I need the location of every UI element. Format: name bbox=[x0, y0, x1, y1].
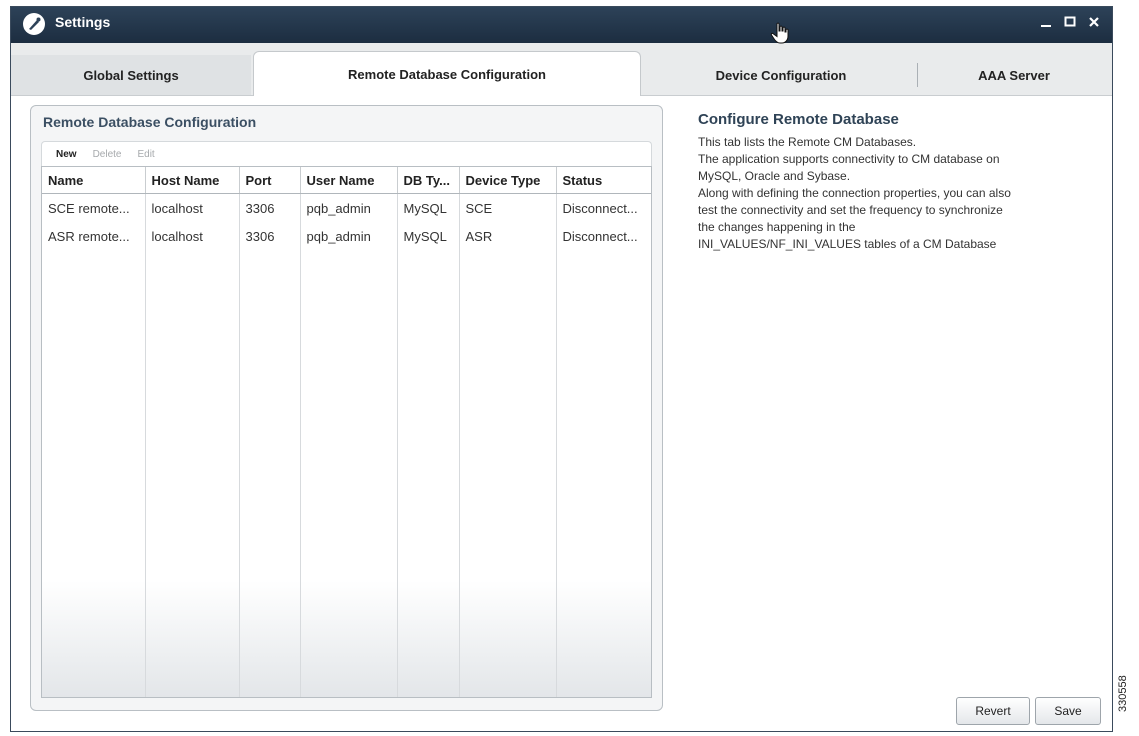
cell-user-name: pqb_admin bbox=[300, 222, 398, 250]
edit-button[interactable]: Edit bbox=[137, 149, 154, 160]
figure-id: 330558 bbox=[1117, 675, 1129, 712]
description-line: MySQL, Oracle and Sybase. bbox=[698, 169, 851, 183]
maximize-icon[interactable] bbox=[1062, 14, 1078, 30]
hand-cursor-icon bbox=[770, 22, 790, 47]
tab-global-settings[interactable]: Global Settings bbox=[11, 55, 251, 95]
tab-aaa-server[interactable]: AAA Server bbox=[919, 55, 1109, 95]
column-header-status[interactable]: Status bbox=[556, 167, 651, 194]
remote-database-panel: Remote Database Configuration New Delete… bbox=[30, 105, 663, 711]
cell-device-type: SCE bbox=[459, 193, 557, 222]
cell-db-type: MySQL bbox=[397, 193, 460, 222]
description-line: The application supports connectivity to… bbox=[698, 152, 1000, 166]
new-button[interactable]: New bbox=[56, 149, 77, 160]
description-line: Along with defining the connection prope… bbox=[698, 186, 1011, 200]
cell-status: Disconnect... bbox=[562, 228, 638, 244]
table-header-row: Name Host Name Port User Name DB Ty... D… bbox=[42, 167, 651, 194]
cell-name: ASR remote... bbox=[42, 222, 146, 250]
revert-button[interactable]: Revert bbox=[956, 697, 1030, 725]
column-header-db-type[interactable]: DB Ty... bbox=[397, 167, 460, 194]
column-header-name[interactable]: Name bbox=[42, 167, 146, 194]
cell-host-name: localhost bbox=[145, 193, 240, 222]
cell-user-name: pqb_admin bbox=[300, 193, 398, 222]
table-row[interactable]: ASR remote... localhost 3306 pqb_admin M… bbox=[42, 222, 651, 250]
title-bar[interactable]: Settings bbox=[11, 7, 1112, 43]
description-line: the changes happening in the bbox=[698, 220, 856, 234]
description-panel: Configure Remote Database This tab lists… bbox=[698, 111, 1103, 253]
cell-port: 3306 bbox=[239, 193, 301, 222]
cell-port: 3306 bbox=[239, 222, 301, 250]
save-button[interactable]: Save bbox=[1035, 697, 1101, 725]
column-header-user-name[interactable]: User Name bbox=[300, 167, 398, 194]
cell-status: Disconnect... bbox=[562, 200, 638, 216]
cell-db-type: MySQL bbox=[397, 222, 460, 250]
cell-device-type: ASR bbox=[459, 222, 557, 250]
minimize-icon[interactable] bbox=[1038, 14, 1054, 30]
settings-app-icon bbox=[23, 13, 45, 35]
table-empty-area bbox=[42, 250, 651, 697]
database-table: Name Host Name Port User Name DB Ty... D… bbox=[41, 166, 652, 698]
tab-divider bbox=[917, 63, 918, 87]
cell-host-name: localhost bbox=[145, 222, 240, 250]
tab-remote-database-configuration[interactable]: Remote Database Configuration bbox=[253, 51, 641, 96]
description-line: This tab lists the Remote CM Databases. bbox=[698, 135, 917, 149]
table-toolbar: New Delete Edit bbox=[41, 141, 652, 166]
window-title: Settings bbox=[55, 14, 111, 30]
tab-bar: Global Settings Remote Database Configur… bbox=[11, 43, 1112, 96]
cell-name: SCE remote... bbox=[42, 193, 146, 222]
column-header-device-type[interactable]: Device Type bbox=[459, 167, 557, 194]
description-line: test the connectivity and set the freque… bbox=[698, 203, 1003, 217]
window-controls bbox=[1038, 11, 1102, 33]
column-header-host-name[interactable]: Host Name bbox=[145, 167, 240, 194]
column-header-port[interactable]: Port bbox=[239, 167, 301, 194]
tab-device-configuration[interactable]: Device Configuration bbox=[646, 55, 916, 95]
delete-button[interactable]: Delete bbox=[93, 149, 122, 160]
close-icon[interactable] bbox=[1086, 14, 1102, 30]
description-line: INI_VALUES/NF_INI_VALUES tables of a CM … bbox=[698, 237, 997, 251]
settings-window: Settings Global Settings Remote Database… bbox=[10, 6, 1113, 732]
panel-title: Remote Database Configuration bbox=[43, 114, 257, 130]
description-title: Configure Remote Database bbox=[698, 111, 899, 128]
table-row[interactable]: SCE remote... localhost 3306 pqb_admin M… bbox=[42, 193, 651, 222]
